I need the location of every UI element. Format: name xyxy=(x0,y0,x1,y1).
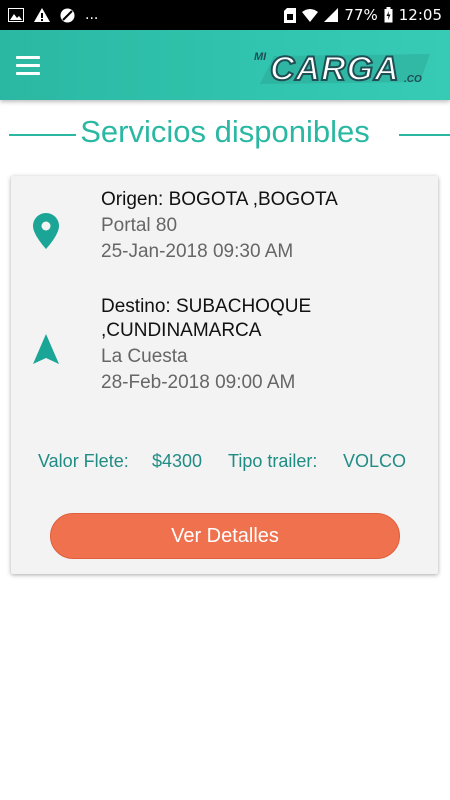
wifi-icon xyxy=(302,8,319,22)
image-icon xyxy=(8,8,24,22)
title-divider-right xyxy=(399,134,450,136)
warning-icon xyxy=(34,8,50,22)
sim-icon xyxy=(284,7,297,23)
status-ellipsis: ... xyxy=(85,7,99,23)
logo-small-text: MI xyxy=(254,51,267,63)
section-header: Servicios disponibles xyxy=(0,110,450,160)
signal-icon xyxy=(324,8,339,22)
navigation-arrow-icon xyxy=(33,334,59,364)
app-bar: MI CARGA .CO xyxy=(0,30,450,100)
trailer-label: Tipo trailer: xyxy=(228,451,318,471)
view-details-button[interactable]: Ver Detalles xyxy=(50,513,400,559)
status-bar: ... 77% 12:05 xyxy=(0,0,450,30)
hamburger-icon-bar xyxy=(16,71,40,75)
no-entry-icon xyxy=(60,8,75,22)
destination-department: ,CUNDINAMARCA xyxy=(101,320,262,341)
trailer-value: VOLCO xyxy=(343,451,407,471)
location-pin-icon xyxy=(33,213,59,249)
hamburger-icon-bar xyxy=(16,63,40,67)
origin-datetime: 25-Jan-2018 09:30 AM xyxy=(101,241,294,262)
destination-city: Destino: SUBACHOQUE xyxy=(101,296,312,317)
hamburger-icon-bar xyxy=(16,55,40,59)
micarga-logo: MI CARGA .CO xyxy=(254,49,430,89)
origin-place: Portal 80 xyxy=(101,215,178,236)
status-time: 12:05 xyxy=(398,6,442,24)
page-title: Servicios disponibles xyxy=(80,114,370,149)
logo-suffix-text: .CO xyxy=(404,74,422,85)
destination-datetime: 28-Feb-2018 09:00 AM xyxy=(101,372,296,393)
freight-label: Valor Flete: xyxy=(38,451,129,471)
menu-button[interactable] xyxy=(12,50,44,80)
origin-city: Origen: BOGOTA ,BOGOTA xyxy=(101,189,338,210)
status-left: ... xyxy=(8,0,98,30)
status-right: 77% 12:05 xyxy=(284,0,442,30)
freight-value: $4300 xyxy=(152,451,203,471)
battery-icon xyxy=(384,7,393,23)
logo-main-text: CARGA xyxy=(270,50,400,88)
destination-place: La Cuesta xyxy=(101,346,188,367)
battery-percent: 77% xyxy=(344,6,378,24)
